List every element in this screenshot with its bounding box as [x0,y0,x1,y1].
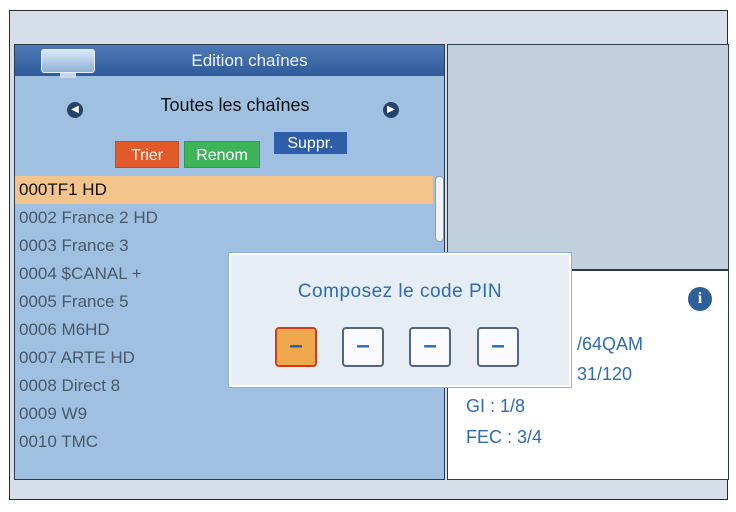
pin-digit-1[interactable]: – [275,327,317,367]
scrollbar[interactable] [435,176,444,242]
delete-button[interactable]: Suppr. [272,130,349,156]
channel-row[interactable]: 0010 TMC [15,428,433,456]
title-bar: Edition chaînes [15,45,444,78]
arrow-left-icon[interactable]: ◀ [67,102,83,118]
video-preview [447,44,729,270]
info-icon[interactable]: i [688,287,712,311]
info-line-fec: FEC : 3/4 [466,427,543,447]
pin-digit-2[interactable]: – [342,327,384,367]
channel-row[interactable]: 0002 France 2 HD [15,204,433,232]
pin-dialog: Composez le code PIN – – – – [228,252,572,388]
pin-dialog-title: Composez le code PIN [297,281,503,302]
pin-digit-4[interactable]: – [477,327,519,367]
channel-filter-label: Toutes les chaînes [160,95,310,115]
channel-row[interactable]: 0009 W9 [15,400,433,428]
rename-button[interactable]: Renom [184,141,260,168]
channel-row-selected[interactable]: 000TF1 HD [15,176,433,204]
pin-digit-3[interactable]: – [409,327,451,367]
arrow-right-icon[interactable]: ▶ [383,102,399,118]
info-line-channel: 31/120 [577,364,633,384]
page-title: Edition chaînes [191,51,308,70]
info-line-gi: GI : 1/8 [466,396,526,416]
info-line-modulation: /64QAM [577,334,644,354]
sort-button[interactable]: Trier [115,141,179,168]
